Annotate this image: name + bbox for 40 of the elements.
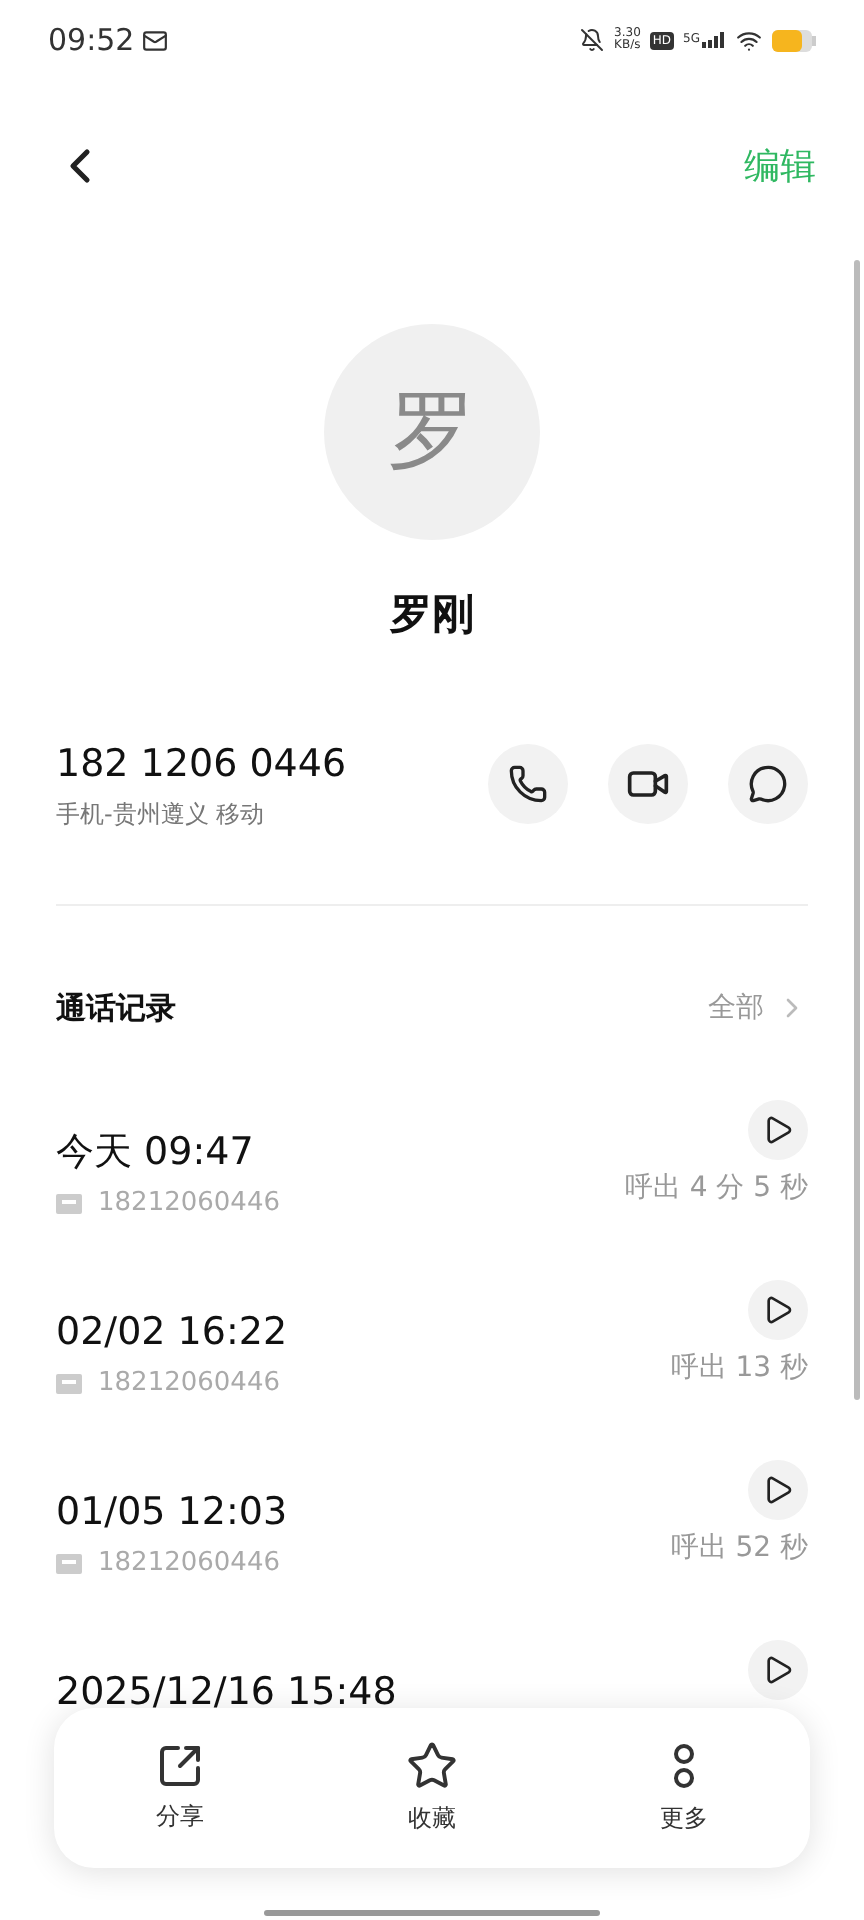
battery-icon	[772, 29, 816, 51]
signal-icon	[702, 32, 726, 48]
share-icon	[156, 1742, 204, 1790]
video-call-button[interactable]	[608, 743, 688, 824]
call-number: 18212060446	[98, 1546, 280, 1582]
call-time: 01/05 12:03	[56, 1487, 288, 1537]
play-button[interactable]	[748, 1279, 808, 1339]
call-number: 18212060446	[98, 1186, 280, 1222]
call-time: 02/02 16:22	[56, 1307, 288, 1357]
call-time: 今天 09:47	[56, 1127, 256, 1177]
toolbar-button[interactable]: 更多	[558, 1708, 810, 1868]
call-duration: 呼出 13 秒	[670, 1349, 808, 1387]
mail-icon	[142, 27, 169, 53]
play-button[interactable]	[748, 1099, 808, 1159]
phone-number: 182 1206 0446	[56, 739, 347, 789]
play-button[interactable]	[748, 1459, 808, 1519]
call-duration: 呼出 4 分 5 秒	[624, 1169, 808, 1207]
call-duration: 呼出 52 秒	[670, 1529, 808, 1567]
call-log-title: 通话记录	[56, 988, 176, 1030]
message-icon	[748, 763, 788, 804]
call-number: 18212060446	[98, 1366, 280, 1402]
play-button[interactable]	[748, 1639, 808, 1699]
more-icon	[672, 1740, 696, 1792]
mute-icon	[580, 28, 605, 52]
message-button[interactable]	[728, 743, 808, 824]
contact-avatar: 罗	[324, 324, 540, 540]
play-icon	[762, 1473, 794, 1505]
play-icon	[762, 1293, 794, 1325]
call-button[interactable]	[488, 743, 568, 824]
sim-icon	[56, 1373, 82, 1394]
sim-icon	[56, 1553, 82, 1574]
contact-name: 罗刚	[390, 588, 474, 642]
phone-location: 手机-贵州遵义 移动	[56, 798, 267, 832]
wifi-icon	[736, 27, 762, 53]
play-icon	[762, 1653, 794, 1685]
phone-icon	[508, 763, 548, 804]
status-time: 09:52	[48, 19, 135, 62]
sim-icon	[56, 1193, 82, 1214]
star-icon	[406, 1740, 458, 1792]
play-icon	[762, 1113, 794, 1145]
